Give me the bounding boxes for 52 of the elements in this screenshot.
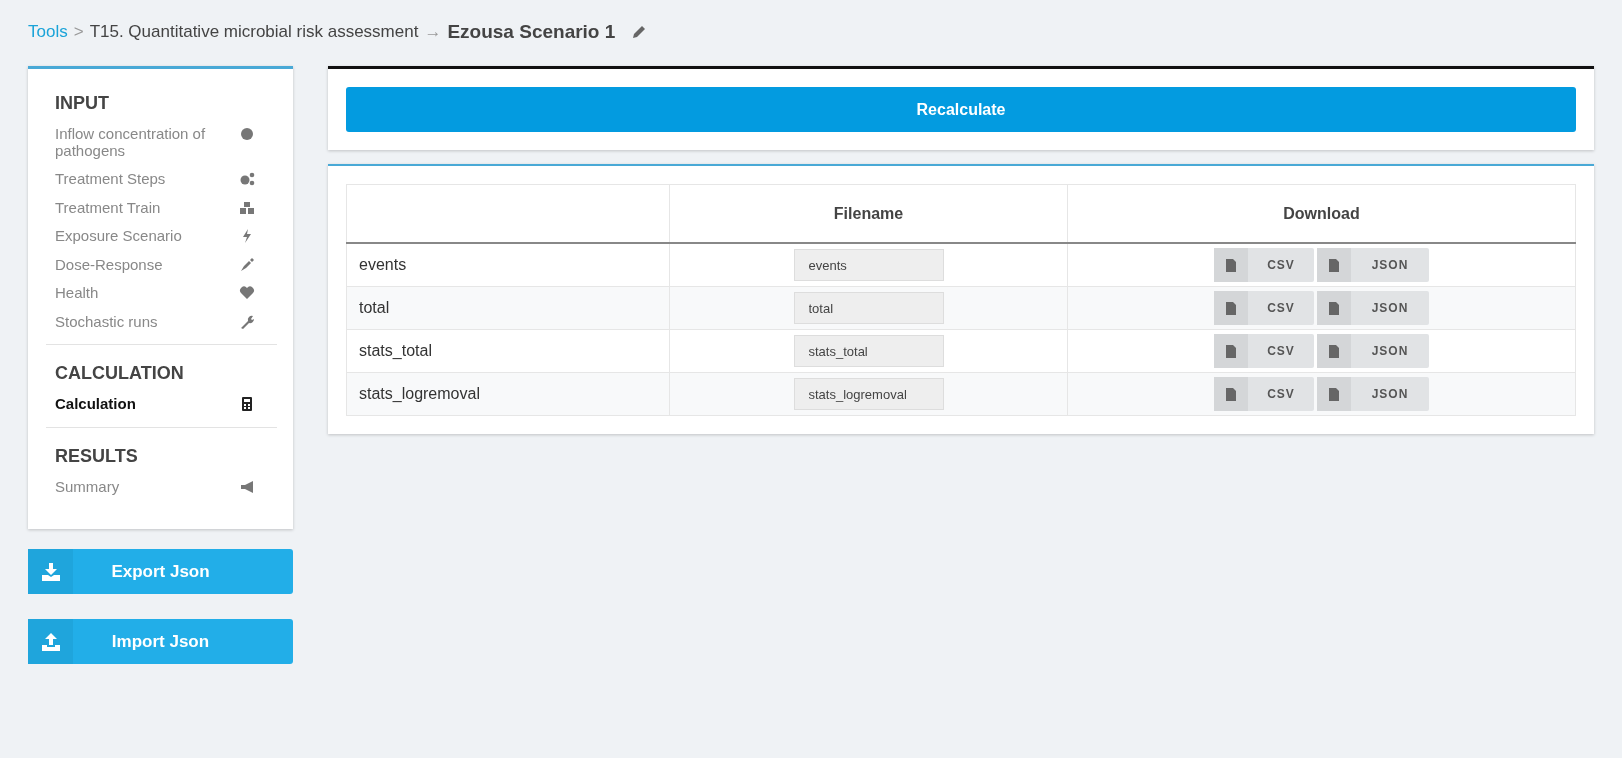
- boxes-icon: [239, 199, 255, 216]
- breadcrumb-separator: →: [424, 22, 442, 42]
- bullhorn-icon: [239, 478, 255, 495]
- filename-field[interactable]: stats_logremoval: [793, 378, 944, 410]
- column-header: Download: [1283, 204, 1360, 222]
- sidebar-item[interactable]: Summary: [55, 478, 225, 495]
- pencil-icon[interactable]: [631, 24, 648, 40]
- file-icon: [1329, 301, 1339, 315]
- download-button[interactable]: CSV: [1214, 291, 1314, 325]
- section-title: RESULTS: [55, 445, 139, 467]
- download-icon: [40, 562, 61, 581]
- recalculate-button[interactable]: Recalculate: [346, 87, 1576, 132]
- download-button[interactable]: CSV: [1214, 248, 1314, 282]
- file-icon: [1226, 301, 1236, 315]
- sidebar-item[interactable]: Health: [55, 285, 225, 302]
- sidebar-item[interactable]: Treatment Steps: [55, 171, 225, 188]
- wrench-icon: [239, 313, 255, 330]
- section-title: INPUT: [55, 93, 110, 114]
- file-icon: [1226, 258, 1236, 272]
- file-icon: [1226, 387, 1236, 401]
- table-cell: total: [359, 299, 390, 316]
- sidebar-item[interactable]: Dose-Response: [55, 256, 225, 273]
- upload-icon: [40, 632, 61, 651]
- download-button[interactable]: JSON: [1317, 334, 1429, 368]
- sidebar-item[interactable]: Stochastic runs: [55, 313, 225, 330]
- file-icon: [1329, 344, 1339, 358]
- table-cell: events: [359, 256, 407, 273]
- file-icon: [1226, 344, 1236, 358]
- sidebar-item[interactable]: Exposure Scenario: [55, 228, 225, 245]
- filename-field[interactable]: events: [793, 249, 944, 281]
- column-header: Filename: [833, 204, 904, 222]
- calculator-icon: [239, 396, 255, 412]
- breadcrumb-separator: >: [73, 22, 84, 42]
- sidebar-item[interactable]: Treatment Train: [55, 199, 225, 216]
- syringe-icon: [239, 256, 255, 273]
- download-button[interactable]: CSV: [1214, 377, 1314, 411]
- download-button[interactable]: CSV: [1214, 334, 1314, 368]
- file-icon: [1329, 258, 1339, 272]
- file-icon: [1329, 387, 1339, 401]
- filename-field[interactable]: stats_total: [793, 335, 944, 367]
- heart-pulse-icon: [239, 285, 255, 301]
- sidebar-item[interactable]: Inflow concentration of pathogens: [55, 126, 225, 159]
- breadcrumb-item: T15. Quantitative microbial risk assessment: [89, 22, 419, 42]
- download-button[interactable]: JSON: [1317, 291, 1429, 325]
- download-button[interactable]: JSON: [1317, 377, 1429, 411]
- sidebar-item[interactable]: Calculation: [55, 396, 225, 413]
- table-cell: stats_logremoval: [359, 385, 480, 402]
- filename-field[interactable]: total: [793, 292, 944, 324]
- download-button[interactable]: JSON: [1317, 248, 1429, 282]
- page-title: Ezousa Scenario 1: [447, 21, 616, 43]
- table-cell: stats_total: [359, 342, 432, 359]
- section-title: CALCULATION: [55, 363, 185, 384]
